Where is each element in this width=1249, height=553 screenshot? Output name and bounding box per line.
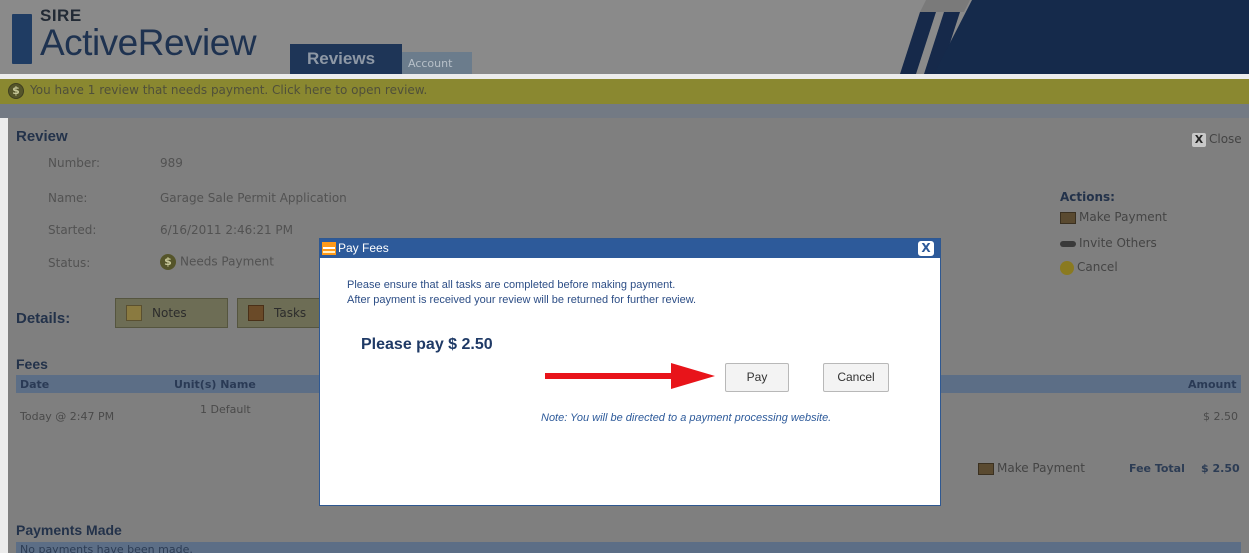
logo-mark-icon — [12, 14, 32, 64]
payments-empty-text: No payments have been made. — [20, 543, 193, 553]
review-title: Review — [16, 128, 68, 145]
notes-label[interactable]: Notes — [152, 306, 187, 320]
fee-total-value: $ 2.50 — [1201, 462, 1240, 475]
fee-row-units-name: 1 Default — [200, 403, 251, 416]
dollar-icon: $ — [160, 254, 176, 270]
number-value: 989 — [160, 156, 183, 170]
invite-icon — [1060, 240, 1076, 247]
dialog-cancel-button[interactable]: Cancel — [823, 363, 889, 392]
dialog-message-line2: After payment is received your review wi… — [347, 294, 697, 306]
app-header: SIRE ActiveReview Reviews Account — [0, 0, 1249, 74]
payment-icon — [978, 462, 994, 475]
fee-total-label: Fee Total — [1129, 462, 1185, 475]
brand-stripes-graphic — [900, 0, 1249, 74]
dialog-title-bar: Pay Fees — [320, 239, 940, 258]
details-title: Details: — [16, 310, 71, 327]
cancel-icon — [1060, 260, 1074, 275]
fee-row-amount: $ 2.50 — [1203, 410, 1238, 423]
page: SIRE ActiveReview Reviews Account $ You … — [0, 0, 1249, 553]
tasks-label[interactable]: Tasks — [274, 306, 306, 320]
cancel-action[interactable]: Cancel — [1060, 260, 1118, 275]
close-button[interactable]: X Close — [1192, 132, 1242, 147]
make-payment-action[interactable]: Make Payment — [1060, 210, 1167, 224]
red-arrow-icon — [545, 363, 715, 389]
logo-text: ActiveReview — [40, 22, 257, 63]
tasks-icon — [248, 305, 264, 321]
invite-others-label[interactable]: Invite Others — [1079, 236, 1157, 250]
please-pay-amount: Please pay $ 2.50 — [361, 336, 493, 353]
close-label[interactable]: Close — [1209, 132, 1242, 146]
notes-button[interactable]: Notes — [115, 298, 228, 328]
name-value: Garage Sale Permit Application — [160, 191, 347, 205]
status-label: Status: — [48, 256, 91, 270]
payments-table: No payments have been made. — [16, 542, 1241, 553]
close-icon: X — [1192, 133, 1206, 147]
separator-bar — [0, 104, 1249, 118]
fee-row-date: Today @ 2:47 PM — [20, 410, 115, 423]
payment-notification[interactable]: $ You have 1 review that needs payment. … — [0, 79, 1249, 104]
invite-others-action[interactable]: Invite Others — [1060, 236, 1157, 250]
fees-col-amount: Amount — [1188, 378, 1237, 391]
status-badge: $ Needs Payment — [160, 254, 274, 270]
started-value: 6/16/2011 2:46:21 PM — [160, 223, 294, 237]
notes-icon — [126, 305, 142, 321]
dialog-title: Pay Fees — [338, 241, 389, 255]
payment-icon — [322, 242, 336, 255]
dialog-message-line1: Please ensure that all tasks are complet… — [347, 279, 676, 291]
fees-make-payment-button[interactable]: Make Payment — [978, 461, 1085, 475]
actions-title: Actions: — [1060, 190, 1115, 204]
tab-reviews[interactable]: Reviews — [290, 44, 402, 74]
dollar-icon: $ — [8, 83, 24, 99]
status-value: Needs Payment — [180, 254, 274, 269]
name-label: Name: — [48, 191, 88, 205]
fees-col-date: Date — [20, 378, 50, 391]
make-payment-label[interactable]: Make Payment — [1079, 210, 1167, 224]
tasks-button[interactable]: Tasks — [237, 298, 327, 328]
fees-title: Fees — [16, 356, 48, 372]
tab-account[interactable]: Account — [402, 52, 472, 74]
notification-text[interactable]: You have 1 review that needs payment. Cl… — [30, 83, 427, 97]
number-label: Number: — [48, 156, 101, 170]
started-label: Started: — [48, 223, 97, 237]
dialog-close-icon[interactable]: X — [918, 241, 934, 256]
fees-col-units-name: Unit(s) Name — [174, 378, 256, 391]
fees-make-payment-label[interactable]: Make Payment — [997, 461, 1085, 475]
payment-icon — [1060, 211, 1076, 224]
payments-title: Payments Made — [16, 522, 122, 538]
payment-redirect-note: Note: You will be directed to a payment … — [541, 412, 832, 424]
cancel-label[interactable]: Cancel — [1077, 260, 1118, 274]
pay-button[interactable]: Pay — [725, 363, 789, 392]
